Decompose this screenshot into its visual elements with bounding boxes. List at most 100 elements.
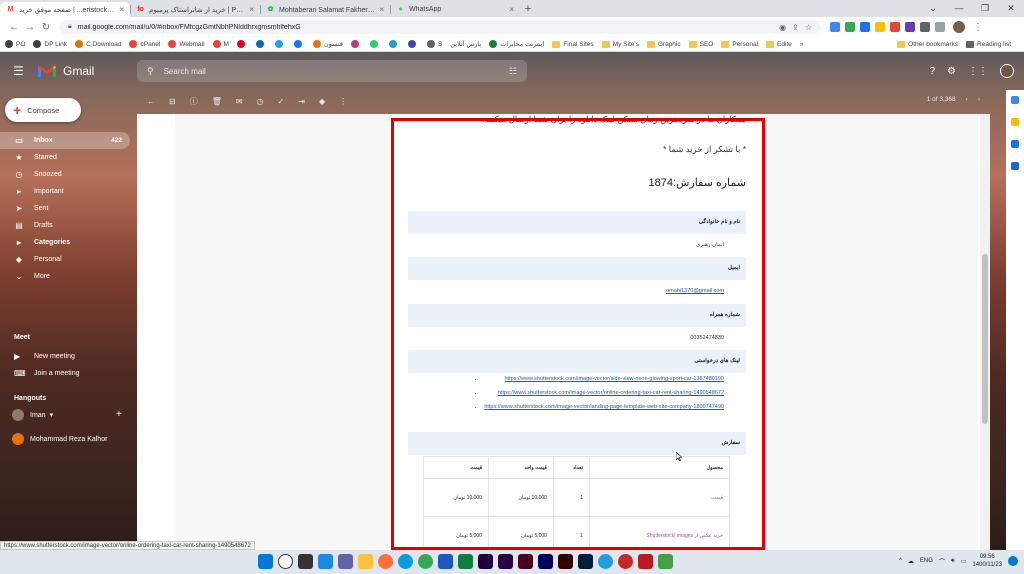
- scrollbar-thumb[interactable]: [982, 254, 988, 424]
- tray-overflow-icon[interactable]: ^: [899, 558, 902, 564]
- settings-gear-icon[interactable]: ⚙: [947, 66, 956, 77]
- extension-icon[interactable]: [845, 22, 855, 32]
- extension-icon[interactable]: [830, 22, 840, 32]
- requested-link[interactable]: https://www.shutterstock.com/image-vecto…: [505, 376, 725, 382]
- extension-icon[interactable]: [875, 22, 885, 32]
- back-icon[interactable]: ←: [6, 22, 22, 33]
- excel-icon[interactable]: [458, 554, 473, 569]
- close-tab-icon[interactable]: ×: [119, 5, 124, 14]
- bookmark-folder[interactable]: My Site's: [601, 40, 639, 48]
- lock-icon[interactable]: 🔒︎: [68, 23, 72, 31]
- bookmark-folder[interactable]: SEO: [688, 40, 713, 48]
- task-view-icon[interactable]: [298, 554, 313, 569]
- close-window-icon[interactable]: ✕: [998, 0, 1024, 17]
- after-effects-icon[interactable]: [478, 554, 493, 569]
- search-options-icon[interactable]: ☷: [509, 66, 517, 77]
- firefox-icon[interactable]: [378, 554, 393, 569]
- edge-icon[interactable]: [398, 554, 413, 569]
- close-tab-icon[interactable]: ×: [509, 5, 514, 14]
- sidebar-item-important[interactable]: ▸ Important: [0, 183, 130, 200]
- bookmarks-overflow-icon[interactable]: »: [800, 41, 804, 48]
- volume-icon[interactable]: 🔊︎: [951, 558, 955, 565]
- app-icon[interactable]: [618, 554, 633, 569]
- omnibox[interactable]: 🔒︎ mail.google.com/mail/u/0/#inbox/FMfcg…: [60, 20, 820, 34]
- browser-menu-icon[interactable]: ⋮: [973, 22, 983, 33]
- sidebar-item-sent[interactable]: ➤ Sent: [0, 200, 130, 217]
- indesign-icon[interactable]: [518, 554, 533, 569]
- new-meeting-button[interactable]: ▶ New meeting: [14, 352, 75, 361]
- contacts-icon[interactable]: [1011, 162, 1019, 170]
- reload-icon[interactable]: ↻: [38, 22, 54, 33]
- sidebar-item-categories[interactable]: ▸ Categories: [0, 234, 130, 251]
- app-icon[interactable]: [638, 554, 653, 569]
- bookmark-folder[interactable]: Edite: [766, 40, 792, 48]
- sidebar-item-personal[interactable]: ◆ Personal: [0, 251, 130, 268]
- hangouts-contact[interactable]: Mohammad Reza Kalhor: [12, 433, 107, 445]
- bookmark-icon-only[interactable]: [255, 40, 267, 48]
- windows-start-icon[interactable]: [258, 554, 273, 569]
- reading-list[interactable]: Reading list: [966, 40, 1011, 48]
- close-tab-icon[interactable]: ×: [379, 5, 384, 14]
- snooze-icon[interactable]: ◷: [257, 97, 264, 106]
- browser-tab-2[interactable]: fo خرید از شاتراستاک پرمیوم | Premium | …: [130, 2, 260, 17]
- hangouts-user[interactable]: Iman ▾: [12, 409, 53, 421]
- sidebar-item-drafts[interactable]: ▤ Drafts: [0, 217, 130, 234]
- tab-search-icon[interactable]: ⌄: [920, 0, 946, 17]
- bookmark-icon-only[interactable]: [407, 40, 419, 48]
- word-icon[interactable]: [438, 554, 453, 569]
- mark-unread-icon[interactable]: ✉: [236, 97, 243, 106]
- sidebar-item-inbox[interactable]: ▭ Inbox 422: [0, 132, 130, 149]
- bookmark-icon-only[interactable]: [274, 40, 286, 48]
- search-icon[interactable]: [278, 554, 293, 569]
- extension-icon[interactable]: [935, 22, 945, 32]
- label-icon[interactable]: ◆: [319, 97, 325, 106]
- illustrator-icon[interactable]: [558, 554, 573, 569]
- add-task-icon[interactable]: ✓: [278, 97, 285, 106]
- bookmark-item[interactable]: S: [426, 40, 442, 48]
- teams-chat-icon[interactable]: [338, 554, 353, 569]
- puzzle-icon[interactable]: [920, 22, 930, 32]
- minimize-icon[interactable]: —: [946, 0, 972, 17]
- location-icon[interactable]: ◉: [779, 23, 786, 32]
- account-avatar[interactable]: [1000, 64, 1014, 78]
- search-input[interactable]: ⚲ Search mail ☷: [137, 60, 527, 82]
- url-text[interactable]: mail.google.com/mail/u/0/#inbox/FMfcgzGm…: [78, 24, 773, 31]
- back-to-inbox-icon[interactable]: ←: [147, 97, 155, 106]
- older-icon[interactable]: ›: [978, 96, 980, 103]
- widgets-icon[interactable]: [318, 554, 333, 569]
- browser-tab-1[interactable]: M صفحه موفق خرید | ...ertstock |images ×: [0, 2, 130, 17]
- sidebar-item-more[interactable]: ⌄ More: [0, 268, 130, 285]
- bookmark-icon-only[interactable]: [388, 40, 400, 48]
- extension-icon[interactable]: [860, 22, 870, 32]
- bookmark-star-icon[interactable]: ☆: [805, 23, 812, 32]
- scrollbar[interactable]: [980, 114, 990, 550]
- bookmark-item[interactable]: اینترنت مخابرات: [489, 40, 544, 48]
- bookmark-folder[interactable]: Graphic: [646, 40, 681, 48]
- browser-tab-4[interactable]: ● WhatsApp ×: [390, 2, 520, 17]
- bookmark-icon-only[interactable]: [350, 40, 362, 48]
- photoshop-icon[interactable]: [578, 554, 593, 569]
- bookmark-item[interactable]: DP Link: [33, 40, 67, 48]
- bookmark-folder[interactable]: Personal: [721, 40, 758, 48]
- add-contact-icon[interactable]: +: [116, 409, 122, 420]
- notification-icon[interactable]: [1008, 556, 1018, 566]
- delete-icon[interactable]: 🗑︎: [212, 97, 222, 106]
- email-link[interactable]: omahi1370@gmail.com: [666, 288, 724, 294]
- share-icon[interactable]: ⇪: [792, 23, 799, 32]
- apps-grid-icon[interactable]: ⋮⋮: [968, 66, 988, 77]
- extension-icon[interactable]: [890, 22, 900, 32]
- other-bookmarks[interactable]: Other bookmarks: [897, 40, 958, 48]
- compose-button[interactable]: + Compose: [5, 98, 81, 122]
- telegram-icon[interactable]: [598, 554, 613, 569]
- newer-icon[interactable]: ‹: [966, 96, 968, 103]
- browser-tab-3[interactable]: ✿ Mohtaberan Salamat Fakher | معتبران ×: [260, 2, 390, 17]
- join-meeting-button[interactable]: ⌨ Join a meeting: [14, 369, 80, 378]
- extension-icon[interactable]: [905, 22, 915, 32]
- clock[interactable]: 09:56 1400/11/23: [972, 553, 1002, 569]
- search-icon[interactable]: ⚲: [147, 66, 154, 77]
- bookmark-item[interactable]: پارس آنلاین: [450, 40, 481, 48]
- bookmark-item[interactable]: فنسون: [312, 40, 343, 48]
- bookmark-item[interactable]: M: [212, 40, 229, 48]
- media-encoder-icon[interactable]: [538, 554, 553, 569]
- keep-icon[interactable]: [1011, 118, 1019, 126]
